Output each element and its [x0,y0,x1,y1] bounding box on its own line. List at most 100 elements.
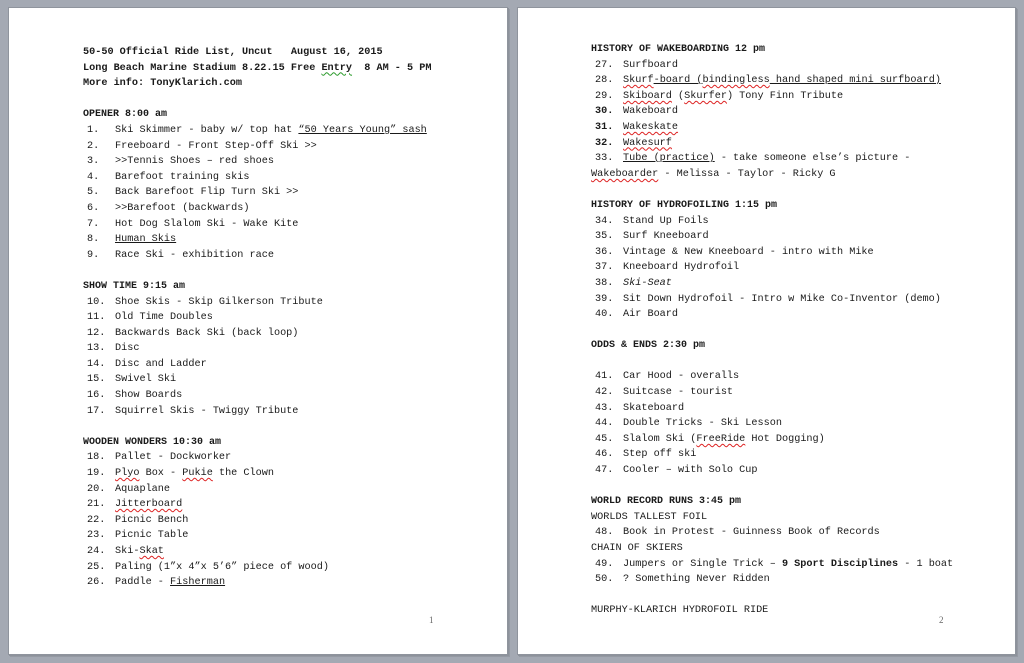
list-item: 34. Stand Up Foils [591,214,985,230]
item-number: 29. [595,90,614,102]
list-item: 28. Skurf-board (bindingless hand shaped … [591,73,985,89]
item-text: Backwards Back Ski (back loop) [115,327,299,339]
list-item: 29. Skiboard (Skurfer) Tony Finn Tribute [591,89,985,105]
venue-text: Long Beach Marine Stadium 8.22.15 Free [83,62,322,74]
list-item: 7. Hot Dog Slalom Ski - Wake Kite [83,217,477,233]
spell-flagged-word[interactable]: Skurfer [684,91,727,102]
item-number: 7. [87,218,100,230]
list-item: 26. Paddle - Fisherman [83,575,477,591]
item-text: Disc [115,343,140,355]
list-item: 12. Backwards Back Ski (back loop) [83,326,477,342]
spell-flagged-word[interactable]: Jitterboard [115,499,182,510]
item-text: Sit Down Hydrofoil - Intro w Mike Co-Inv… [623,293,941,305]
spell-flagged-word[interactable]: Pukie [182,468,213,479]
list-item: 16. Show Boards [83,388,477,404]
item-text-part: Hot Dogging) [745,433,825,445]
item-text-part: the Clown [212,468,274,480]
spell-flagged-word[interactable]: Wakesurf [623,138,672,149]
item-text-part: 9 Sport Disciplines [781,558,899,570]
item-number: 13. [87,343,106,355]
list-item: 9. Race Ski - exhibition race [83,248,477,264]
item-text-part: - Melissa - Taylor - Ricky G [658,168,836,180]
spell-flagged-word[interactable]: Wakeboarder [591,169,658,180]
item-number: 44. [595,418,614,430]
item-text-part: - take someone else’s picture - [714,153,911,165]
list-item: 45. Slalom Ski (FreeRide Hot Dogging) [591,432,985,448]
item-text: Old Time Doubles [115,312,213,324]
item-number: 45. [595,433,614,445]
spell-flagged-word[interactable]: Skat [139,546,163,557]
item-text: Barefoot training skis [115,171,250,183]
item-text: Squirrel Skis - Twiggy Tribute [115,405,299,417]
item-number: 10. [87,296,106,308]
item-number: 18. [87,452,106,464]
list-item: 41. Car Hood - overalls [591,369,985,385]
spell-flagged-word[interactable]: bindingless [703,75,770,86]
item-text: Picnic Bench [115,514,189,526]
item-number: 27. [595,59,614,71]
subheading: WORLDS TALLEST FOIL [591,511,708,523]
spell-flagged-word[interactable]: FreeRide [696,434,745,445]
section-heading: OPENER 8:00 am [83,109,168,121]
spell-flagged-word[interactable]: Plyo [115,468,139,479]
list-item: 19. Plyo Box - Pukie the Clown [83,466,477,482]
item-number: 36. [595,246,614,258]
item-number: 28. [595,75,614,87]
item-number: 40. [595,309,614,321]
item-number: 41. [595,371,614,383]
document-page-1: 50-50 Official Ride List, Uncut August 1… [8,7,508,655]
list-item: 43. Skateboard [591,401,985,417]
item-number: 15. [87,374,106,386]
item-text-part: Box - [139,468,183,480]
list-item: 27. Surfboard [591,58,985,74]
item-text: Step off ski [623,449,697,461]
list-item: 22. Picnic Bench [83,513,477,529]
item-number: 24. [87,546,106,557]
item-number: 33. [595,153,614,165]
item-text-part: - 1 boat [898,558,954,570]
item-text-part: Fisherman [170,577,226,589]
item-text: Car Hood - overalls [623,371,740,383]
item-text: Shoe Skis - Skip Gilkerson Tribute [115,296,323,308]
list-item: 36. Vintage & New Kneeboard - intro with … [591,245,985,261]
spell-flagged-word[interactable]: Skurf [623,75,654,86]
item-number: 31. [595,121,614,133]
item-text-part: Jumpers or Single Trick – [623,558,782,570]
item-text-part: -board ( [653,75,703,87]
list-item: 32. Wakesurf [591,136,985,152]
item-text: Pallet - Dockworker [115,452,232,464]
spell-flagged-word[interactable]: Skiboard [623,91,672,102]
item-text: Picnic Table [115,530,189,542]
item-number: 3. [87,156,100,168]
item-number: 32. [595,137,614,149]
list-item: 5. Back Barefoot Flip Turn Ski >> [83,185,477,201]
item-text: Skateboard [623,402,685,414]
item-text: Wakeboard [623,106,679,118]
item-text: >>Barefoot (backwards) [115,202,250,214]
list-item: 35. Surf Kneeboard [591,229,985,245]
page-2-content: HISTORY OF WAKEBOARDING 12 pm 27. Surfboar… [591,42,985,619]
item-number: 35. [595,231,614,243]
item-text: Vintage & New Kneeboard - intro with Mik… [623,246,874,258]
item-text: ? Something Never Ridden [623,574,770,586]
list-item: 37. Kneeboard Hydrofoil [591,260,985,276]
item-number: 4. [87,171,100,183]
spell-flagged-word[interactable]: Wakeskate [623,122,678,133]
item-text: Suitcase - tourist [623,387,734,399]
item-text: Stand Up Foils [623,215,709,227]
item-number: 34. [595,215,614,227]
page-2-sections: HISTORY OF WAKEBOARDING 12 pm 27. Surfboar… [591,42,985,588]
list-item: 11. Old Time Doubles [83,310,477,326]
item-number: 43. [595,402,614,414]
page-1-content: 50-50 Official Ride List, Uncut August 1… [83,45,477,591]
list-item-continuation: Wakeboarder - Melissa - Taylor - Ricky G [591,167,985,183]
list-item: 3. >>Tennis Shoes – red shoes [83,154,477,170]
item-number: 25. [87,561,106,573]
list-item: 10. Shoe Skis - Skip Gilkerson Tribute [83,295,477,311]
item-text-part: Ski- [115,546,140,557]
list-item: 6. >>Barefoot (backwards) [83,201,477,217]
grammar-flagged-word[interactable]: Entry [321,63,352,74]
